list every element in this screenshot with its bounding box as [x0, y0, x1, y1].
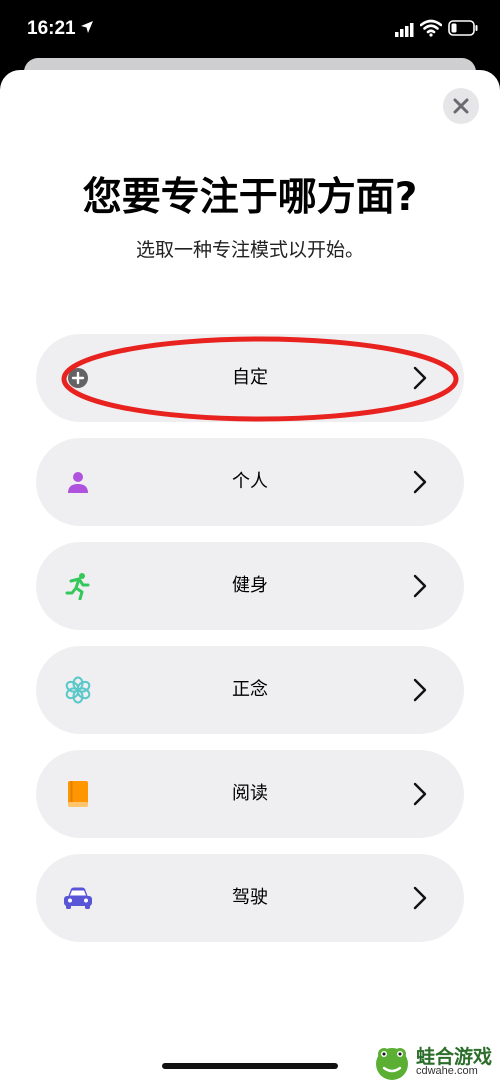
status-bar: 16:21: [0, 0, 500, 62]
option-custom[interactable]: 自定: [36, 334, 464, 422]
option-label: 驾驶: [232, 887, 268, 908]
option-label: 正念: [232, 679, 268, 700]
option-personal[interactable]: 个人: [36, 438, 464, 526]
close-icon: [453, 98, 469, 114]
option-label: 健身: [232, 575, 268, 596]
cellular-signal-icon: [395, 23, 414, 37]
battery-icon: [448, 20, 478, 36]
chevron-right-icon: [413, 678, 427, 702]
chevron-right-icon: [413, 886, 427, 910]
chevron-right-icon: [413, 782, 427, 806]
watermark: 蛙合游戏 cdwahe.com: [370, 1040, 500, 1083]
status-time: 16:21: [27, 18, 76, 39]
page-title: 您要专注于哪方面?: [82, 175, 418, 220]
chevron-right-icon: [413, 366, 427, 390]
option-label: 阅读: [232, 783, 268, 804]
watermark-url: cdwahe.com: [416, 1065, 478, 1077]
option-label: 自定: [232, 367, 268, 388]
page-subtitle: 选取一种专注模式以开始。: [135, 239, 364, 261]
option-driving[interactable]: 驾驶: [36, 854, 464, 942]
location-arrow-icon: [81, 21, 93, 33]
frog-logo-icon: [376, 1048, 408, 1080]
option-fitness[interactable]: 健身: [36, 542, 464, 630]
close-button[interactable]: [443, 88, 479, 124]
home-indicator[interactable]: [162, 1063, 338, 1069]
option-label: 个人: [232, 471, 268, 492]
option-mindfulness[interactable]: 正念: [36, 646, 464, 734]
wifi-icon: [420, 19, 442, 37]
option-reading[interactable]: 阅读: [36, 750, 464, 838]
chevron-right-icon: [413, 470, 427, 494]
chevron-right-icon: [413, 574, 427, 598]
